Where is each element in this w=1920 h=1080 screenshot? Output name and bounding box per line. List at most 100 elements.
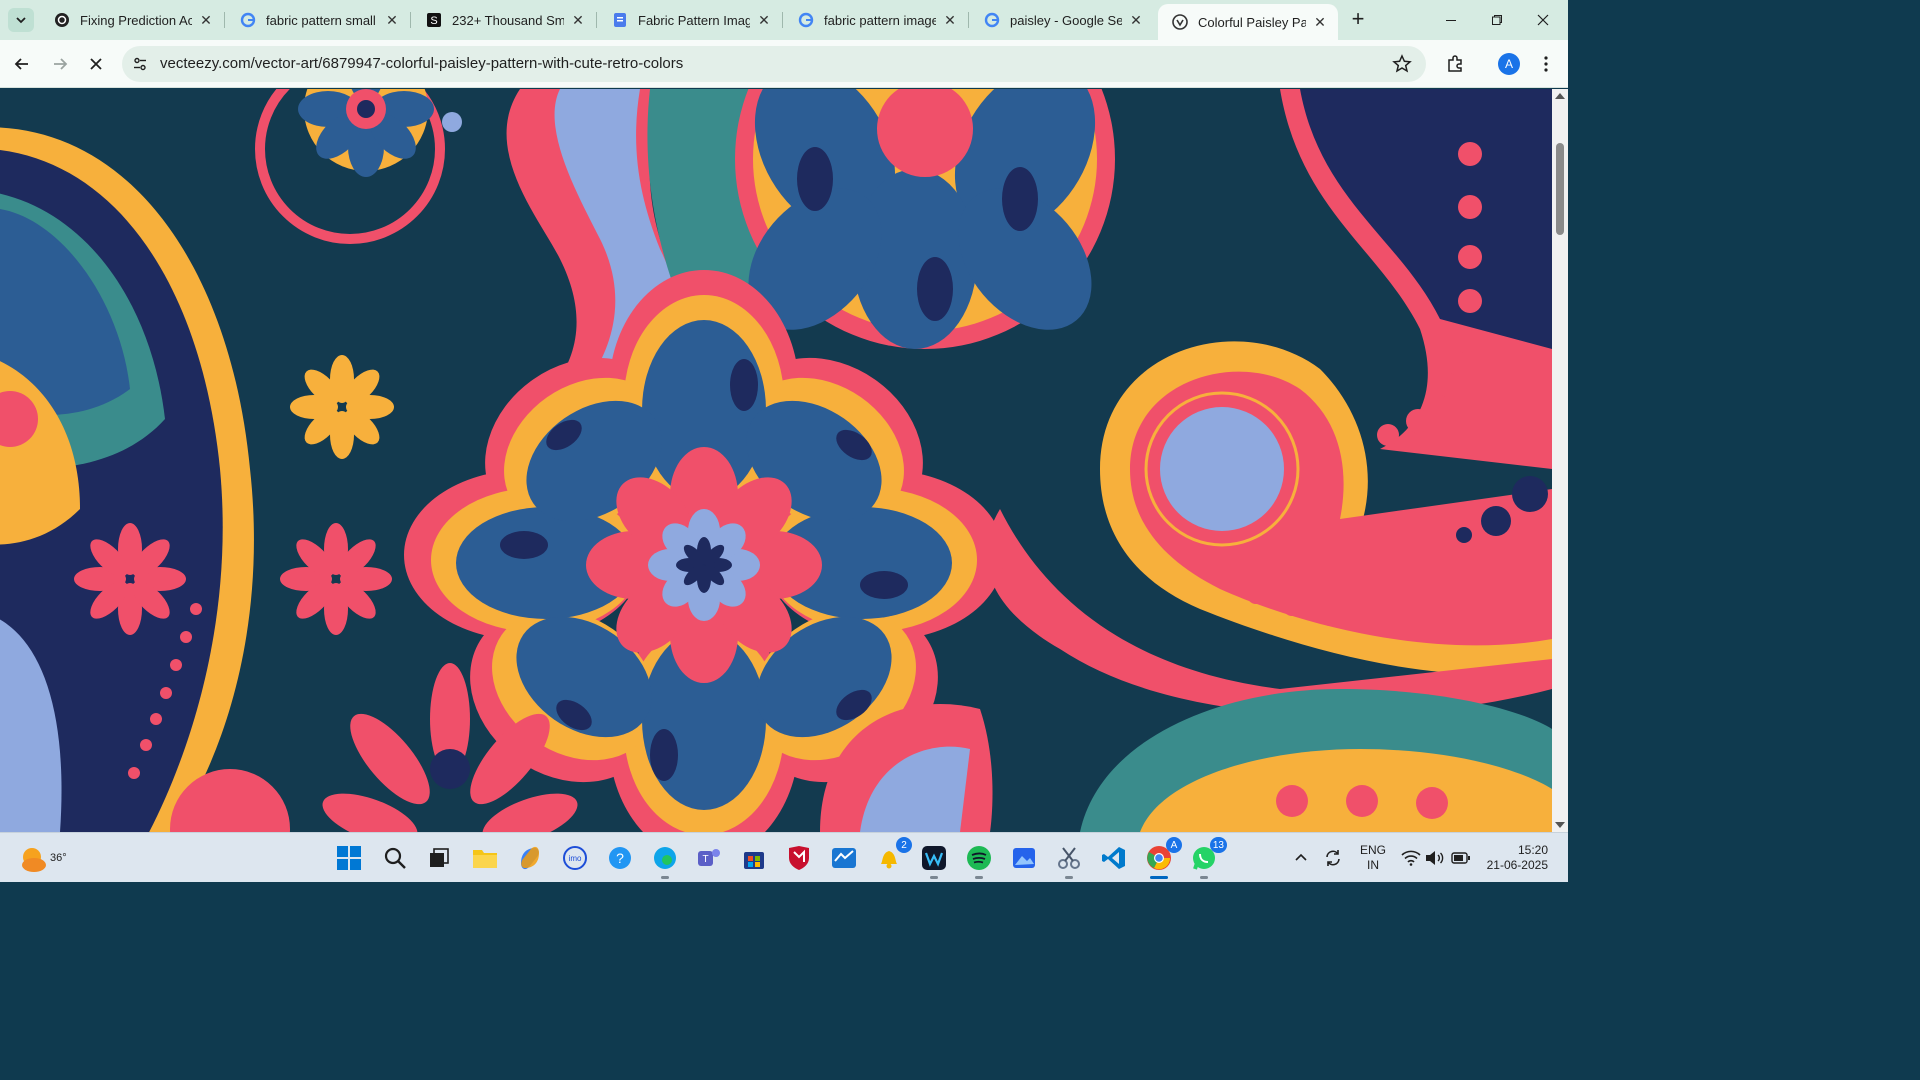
back-button[interactable]	[8, 50, 36, 78]
wattpad-app[interactable]	[919, 843, 949, 879]
mylio-icon	[832, 848, 856, 868]
close-tab-icon[interactable]: ✕	[756, 12, 772, 28]
search-icon	[384, 847, 406, 869]
tab-5[interactable]: fabric pattern image ✕	[784, 4, 968, 36]
tab-2[interactable]: fabric pattern small p ✕	[226, 4, 410, 36]
file-explorer-app[interactable]	[470, 843, 500, 873]
svg-text:T: T	[702, 854, 708, 865]
vscode-app[interactable]	[1099, 843, 1129, 873]
volume-icon	[1426, 851, 1444, 865]
store-bag-icon	[744, 852, 764, 869]
edge-app[interactable]	[650, 843, 680, 879]
stop-loading-button[interactable]	[82, 50, 110, 78]
copilot-app[interactable]	[515, 843, 545, 873]
tab-1[interactable]: Fixing Prediction Acc ✕	[40, 4, 224, 36]
spotify-app[interactable]	[964, 843, 994, 879]
svg-text:imo: imo	[569, 854, 582, 863]
tab-search-button[interactable]	[8, 8, 34, 32]
running-indicator	[1200, 876, 1208, 879]
stop-icon	[90, 58, 102, 70]
site-info-icon[interactable]	[130, 54, 150, 74]
help-app[interactable]: ?	[605, 843, 635, 873]
imo-app[interactable]: imo	[560, 843, 590, 873]
tab-title: 232+ Thousand Smal	[452, 12, 564, 28]
docs-icon	[612, 12, 628, 28]
imo-icon: imo	[563, 846, 587, 870]
show-hidden-icons-button[interactable]	[1286, 843, 1316, 873]
notification-badge: 2	[896, 837, 912, 853]
close-tab-icon[interactable]: ✕	[198, 12, 214, 28]
chrome-app[interactable]: A	[1144, 837, 1182, 879]
svg-text:S: S	[430, 15, 437, 27]
tab-7-active[interactable]: Colorful Paisley Patte ✕	[1158, 4, 1338, 40]
scroll-thumb[interactable]	[1556, 143, 1564, 235]
mylio-app[interactable]	[829, 843, 859, 873]
clock-date: 21-06-2025	[1486, 858, 1548, 872]
url-text[interactable]: vecteezy.com/vector-art/6879947-colorful…	[160, 55, 683, 72]
profile-button[interactable]: A	[1497, 52, 1521, 76]
chatgpt-icon	[54, 12, 70, 28]
extensions-button[interactable]	[1443, 52, 1467, 76]
task-view-icon	[430, 848, 449, 867]
tab-3[interactable]: S 232+ Thousand Smal ✕	[412, 4, 596, 36]
more-vertical-icon	[1544, 56, 1548, 72]
close-tab-icon[interactable]: ✕	[1128, 12, 1144, 28]
photos-app[interactable]	[1009, 843, 1039, 873]
tab-separator	[410, 12, 411, 28]
taskbar-search-button[interactable]	[380, 843, 410, 873]
whatsapp-app[interactable]: 13	[1189, 837, 1227, 879]
tab-separator	[596, 12, 597, 28]
address-bar[interactable]: vecteezy.com/vector-art/6879947-colorful…	[122, 46, 1426, 82]
running-indicator	[661, 876, 669, 879]
tab-title: paisley - Google Sea	[1010, 12, 1122, 28]
bookmark-star-icon[interactable]	[1392, 54, 1412, 74]
close-tab-icon[interactable]: ✕	[570, 12, 586, 28]
chevron-down-icon	[16, 17, 26, 24]
google-icon	[240, 12, 256, 28]
mcafee-app[interactable]	[784, 843, 814, 873]
vscode-icon	[1102, 847, 1125, 869]
tab-separator	[782, 12, 783, 28]
tab-title: fabric pattern image	[824, 12, 936, 28]
weather-sun-cloud-icon	[22, 848, 46, 872]
puzzle-icon	[1448, 55, 1462, 72]
running-indicator	[930, 876, 938, 879]
system-clock[interactable]: 15:20 21-06-2025	[1484, 843, 1548, 873]
sync-icon	[1326, 850, 1340, 866]
minimize-button[interactable]	[1428, 0, 1474, 40]
task-view-button[interactable]	[424, 843, 454, 873]
help-question-icon: ?	[609, 847, 631, 869]
teams-app[interactable]: T	[694, 843, 724, 873]
google-icon	[984, 12, 1000, 28]
close-tab-icon[interactable]: ✕	[384, 12, 400, 28]
sync-tray-button[interactable]	[1318, 843, 1348, 873]
tab-6[interactable]: paisley - Google Sea ✕	[970, 4, 1154, 36]
forward-button[interactable]	[46, 50, 74, 78]
scroll-up-arrow-icon[interactable]	[1555, 93, 1565, 99]
restore-icon	[1492, 15, 1502, 25]
photos-icon	[1013, 848, 1035, 868]
battery-tray-button[interactable]	[1446, 843, 1476, 873]
browser-menu-button[interactable]	[1534, 52, 1558, 76]
scroll-down-arrow-icon[interactable]	[1555, 822, 1565, 828]
snipping-tool-app[interactable]	[1054, 843, 1084, 879]
vertical-scrollbar[interactable]	[1552, 89, 1568, 832]
messenger-app[interactable]: 2	[874, 837, 912, 873]
unread-badge: 13	[1209, 837, 1227, 853]
input-language-indicator[interactable]: ENG IN	[1360, 843, 1386, 873]
minimize-icon	[1446, 20, 1456, 21]
folder-icon	[473, 850, 497, 868]
start-button[interactable]	[334, 843, 364, 873]
close-tab-icon[interactable]: ✕	[1312, 14, 1328, 30]
microsoft-store-app[interactable]	[739, 843, 769, 873]
tab-title: Fixing Prediction Acc	[80, 12, 192, 28]
weather-widget[interactable]: 36°	[18, 843, 67, 875]
app-w-icon	[922, 846, 946, 870]
tab-4[interactable]: Fabric Pattern Image ✕	[598, 4, 782, 36]
close-window-button[interactable]	[1520, 0, 1566, 40]
new-tab-button[interactable]: +	[1346, 8, 1370, 32]
language-code: ENG	[1360, 843, 1387, 857]
battery-icon	[1451, 852, 1470, 864]
restore-button[interactable]	[1474, 0, 1520, 40]
close-tab-icon[interactable]: ✕	[942, 12, 958, 28]
